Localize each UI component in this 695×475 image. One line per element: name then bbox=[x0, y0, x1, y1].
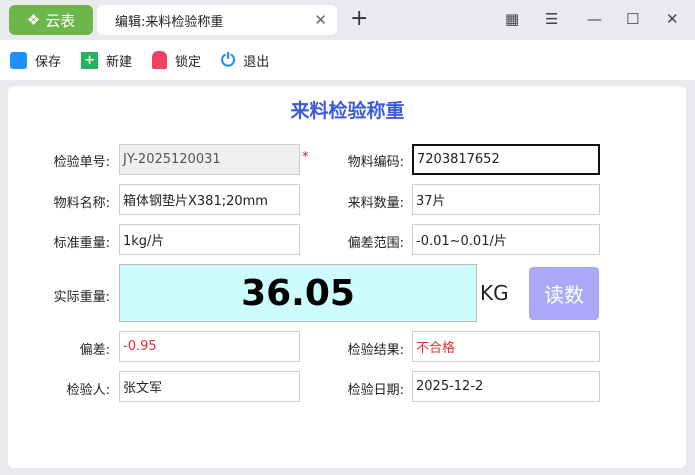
actual-weight-label: 实际重量: bbox=[53, 290, 110, 305]
grid-icon[interactable]: ▦ bbox=[505, 10, 519, 28]
logo-icon: ❖ bbox=[26, 11, 41, 29]
date-field[interactable]: 2025-12-2 bbox=[412, 371, 600, 402]
quantity-field[interactable]: 37片 bbox=[412, 184, 600, 215]
close-window-button[interactable]: ✕ bbox=[666, 10, 679, 28]
close-tab-icon[interactable]: ✕ bbox=[314, 11, 327, 29]
date-label: 检验日期: bbox=[347, 383, 404, 398]
tab-edit[interactable]: 编辑:来料检验称重 ✕ bbox=[97, 5, 337, 35]
std-weight-field[interactable]: 1kg/片 bbox=[119, 224, 300, 255]
lock-icon bbox=[152, 51, 168, 69]
menu-icon[interactable]: ☰ bbox=[545, 10, 558, 28]
std-weight-label: 标准重量: bbox=[53, 236, 110, 251]
inspector-field[interactable]: 张文军 bbox=[119, 371, 300, 402]
result-label: 检验结果: bbox=[347, 343, 404, 358]
read-button[interactable]: 读数 bbox=[529, 267, 599, 320]
lock-button[interactable]: 锁定 bbox=[152, 51, 201, 70]
unit-label: KG bbox=[480, 281, 509, 305]
add-icon: + bbox=[81, 51, 99, 69]
new-button[interactable]: + 新建 bbox=[81, 51, 132, 70]
required-mark: * bbox=[302, 150, 309, 165]
save-icon bbox=[10, 51, 27, 69]
actual-weight-display: 36.05 bbox=[119, 264, 477, 322]
inspection-no-label: 检验单号: bbox=[53, 155, 110, 170]
quantity-label: 来料数量: bbox=[347, 196, 404, 211]
material-name-label: 物料名称: bbox=[53, 196, 110, 211]
deviation-field[interactable]: -0.95 bbox=[119, 331, 300, 362]
app-logo[interactable]: ❖ 云表 bbox=[9, 5, 93, 35]
toolbar: 保存 + 新建 锁定 ⏻ 退出 bbox=[0, 40, 695, 80]
result-field[interactable]: 不合格 bbox=[412, 331, 600, 362]
material-code-field[interactable]: 7203817652 bbox=[412, 144, 600, 175]
material-code-label: 物料编码: bbox=[347, 155, 404, 170]
exit-button[interactable]: ⏻ 退出 bbox=[221, 50, 269, 71]
tolerance-field[interactable]: -0.01~0.01/片 bbox=[412, 224, 600, 255]
tolerance-label: 偏差范围: bbox=[347, 236, 404, 251]
inspector-label: 检验人: bbox=[66, 383, 110, 398]
deviation-label: 偏差: bbox=[79, 343, 110, 358]
material-name-field[interactable]: 箱体钢垫片X381;20mm bbox=[119, 184, 300, 215]
page-title: 来料检验称重 bbox=[290, 100, 405, 122]
minimize-button[interactable]: — bbox=[587, 10, 602, 28]
maximize-button[interactable]: ☐ bbox=[626, 10, 639, 28]
save-button[interactable]: 保存 bbox=[10, 51, 61, 70]
inspection-no-field[interactable]: JY-2025120031 bbox=[119, 144, 300, 175]
power-icon: ⏻ bbox=[221, 49, 236, 71]
new-tab-button[interactable]: + bbox=[350, 6, 368, 31]
